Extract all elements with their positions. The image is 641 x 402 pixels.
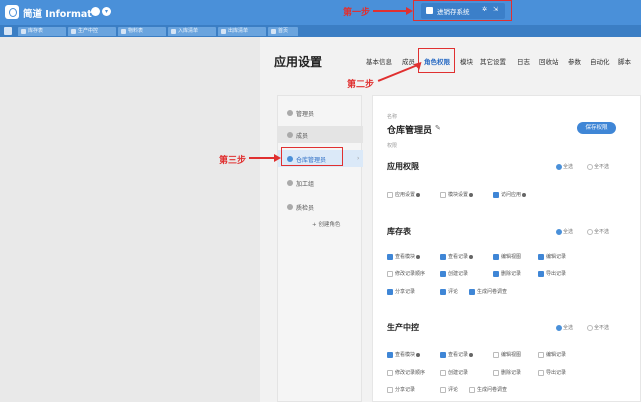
permission-checkbox[interactable]: 编辑记录 bbox=[538, 253, 566, 261]
nav-item[interactable]: 回收站 bbox=[539, 56, 559, 66]
permission-panel: 名称 仓库管理员 ✎ 保存权限 权限 应用权限 全选 全不选 应用设置 模块设置… bbox=[372, 95, 641, 402]
tab-module[interactable]: 首页 bbox=[268, 27, 298, 36]
permission-checkbox[interactable]: 模块设置 bbox=[440, 191, 474, 199]
nav-item[interactable]: 脚本 bbox=[618, 56, 631, 66]
permission-checkbox[interactable]: 导出记录 bbox=[538, 369, 566, 377]
permission-checkbox[interactable]: 生成问卷调查 bbox=[469, 386, 507, 394]
section-title: 生产中控 bbox=[387, 323, 419, 332]
step1-arrow-head bbox=[406, 7, 413, 15]
nav-item[interactable]: 基本信息 bbox=[366, 56, 392, 66]
permission-checkbox[interactable]: 编辑视图 bbox=[493, 351, 521, 359]
role-icon bbox=[287, 204, 293, 210]
nav-item[interactable]: 自动化 bbox=[590, 56, 610, 66]
step3-arrow-head bbox=[274, 154, 281, 162]
chevron-right-icon[interactable]: › bbox=[357, 155, 359, 162]
step1-highlight-box bbox=[413, 0, 512, 21]
chevron-down-icon[interactable]: ▾ bbox=[102, 7, 111, 16]
permission-checkbox[interactable]: 导出记录 bbox=[538, 270, 566, 278]
info-icon bbox=[469, 192, 474, 197]
permission-checkbox[interactable]: 删除记录 bbox=[493, 369, 521, 377]
role-item[interactable]: 成员 bbox=[278, 126, 363, 143]
info-icon bbox=[522, 192, 527, 197]
logo-icon bbox=[5, 5, 19, 19]
step2-annotation: 第二步 bbox=[347, 80, 375, 90]
role-label: 管理员 bbox=[296, 111, 315, 118]
role-item[interactable]: 加工组 bbox=[278, 174, 363, 191]
permission-checkbox[interactable]: 删除记录 bbox=[493, 270, 521, 278]
nav-item[interactable]: 日志 bbox=[517, 56, 530, 66]
role-sidebar: 管理员 成员 仓库管理员 加工组 质检员 + 创建角色 bbox=[277, 95, 363, 402]
info-icon bbox=[469, 254, 474, 259]
tab-module[interactable]: 入库清单 bbox=[168, 27, 216, 36]
select-none[interactable]: 全不选 bbox=[587, 228, 609, 235]
nav-item[interactable]: 其它设置 bbox=[480, 56, 506, 66]
permission-checkbox[interactable]: 评论 bbox=[440, 386, 458, 394]
edit-icon[interactable]: ✎ bbox=[435, 124, 441, 132]
info-icon bbox=[469, 352, 474, 357]
tab-module[interactable]: 库存表 bbox=[18, 27, 66, 36]
nav-item[interactable]: 模块 bbox=[460, 56, 473, 66]
role-label: 成员 bbox=[296, 133, 309, 140]
save-permissions-button[interactable]: 保存权限 bbox=[577, 122, 616, 134]
permission-checkbox[interactable]: 评论 bbox=[440, 288, 458, 296]
section-title: 库存表 bbox=[387, 227, 411, 236]
top-bar: 简道 Informat ▾ 进销存系统 ✲ ⇲ bbox=[0, 0, 641, 25]
tab-module[interactable]: 出库清单 bbox=[218, 27, 266, 36]
step3-highlight-box bbox=[281, 147, 343, 166]
brand-name: 简道 Informat bbox=[23, 9, 92, 20]
permission-checkbox[interactable]: 生成问卷调查 bbox=[469, 288, 507, 296]
home-tab-icon[interactable] bbox=[4, 27, 12, 35]
role-label: 加工组 bbox=[296, 181, 315, 188]
permission-label: 权限 bbox=[387, 143, 398, 149]
permission-checkbox[interactable]: 分享记录 bbox=[387, 288, 415, 296]
select-none[interactable]: 全不选 bbox=[587, 324, 609, 331]
permission-checkbox[interactable]: 分享记录 bbox=[387, 386, 415, 394]
info-icon bbox=[416, 254, 421, 259]
permission-checkbox[interactable]: 查看记录 bbox=[440, 253, 474, 261]
info-icon bbox=[416, 352, 421, 357]
role-icon bbox=[287, 180, 293, 186]
add-role-button[interactable]: + 创建角色 bbox=[312, 220, 340, 228]
tab-module[interactable]: 生产中控 bbox=[68, 27, 116, 36]
role-name-title: 仓库管理员 bbox=[387, 126, 433, 136]
step3-annotation: 第三步 bbox=[219, 156, 247, 166]
permission-checkbox[interactable]: 编辑视图 bbox=[493, 253, 521, 261]
step1-arrow bbox=[373, 10, 409, 12]
permission-checkbox[interactable]: 修改记录顺序 bbox=[387, 270, 425, 278]
permission-checkbox[interactable]: 编辑记录 bbox=[538, 351, 566, 359]
page-title: 应用设置 bbox=[274, 55, 323, 69]
user-avatar-icon[interactable] bbox=[91, 7, 100, 16]
role-label: 质检员 bbox=[296, 205, 315, 212]
module-tab-bar: 库存表 生产中控 物料表 入库清单 出库清单 首页 bbox=[0, 25, 641, 37]
name-label: 名称 bbox=[387, 114, 398, 120]
permission-checkbox[interactable]: 修改记录顺序 bbox=[387, 369, 425, 377]
select-all[interactable]: 全选 bbox=[556, 228, 573, 235]
permission-checkbox[interactable]: 查看记录 bbox=[440, 351, 474, 359]
role-item[interactable]: 质检员 bbox=[278, 198, 363, 215]
step1-annotation: 第一步 bbox=[343, 8, 371, 18]
role-icon bbox=[287, 132, 293, 138]
select-all[interactable]: 全选 bbox=[556, 163, 573, 170]
role-item[interactable]: 管理员 bbox=[278, 104, 363, 121]
info-icon bbox=[416, 192, 421, 197]
permission-checkbox[interactable]: 应用设置 bbox=[387, 191, 421, 199]
nav-item[interactable]: 参数 bbox=[568, 56, 581, 66]
tab-module[interactable]: 物料表 bbox=[118, 27, 166, 36]
permission-checkbox[interactable]: 访问应用 bbox=[493, 191, 527, 199]
step3-arrow bbox=[249, 157, 277, 159]
permission-checkbox[interactable]: 创建记录 bbox=[440, 369, 468, 377]
permission-checkbox[interactable]: 查看模块 bbox=[387, 253, 421, 261]
select-all[interactable]: 全选 bbox=[556, 324, 573, 331]
section-title: 应用权限 bbox=[387, 162, 419, 171]
role-icon bbox=[287, 110, 293, 116]
step2-highlight-box bbox=[418, 48, 455, 73]
select-none[interactable]: 全不选 bbox=[587, 163, 609, 170]
permission-checkbox[interactable]: 创建记录 bbox=[440, 270, 468, 278]
permission-checkbox[interactable]: 查看模块 bbox=[387, 351, 421, 359]
